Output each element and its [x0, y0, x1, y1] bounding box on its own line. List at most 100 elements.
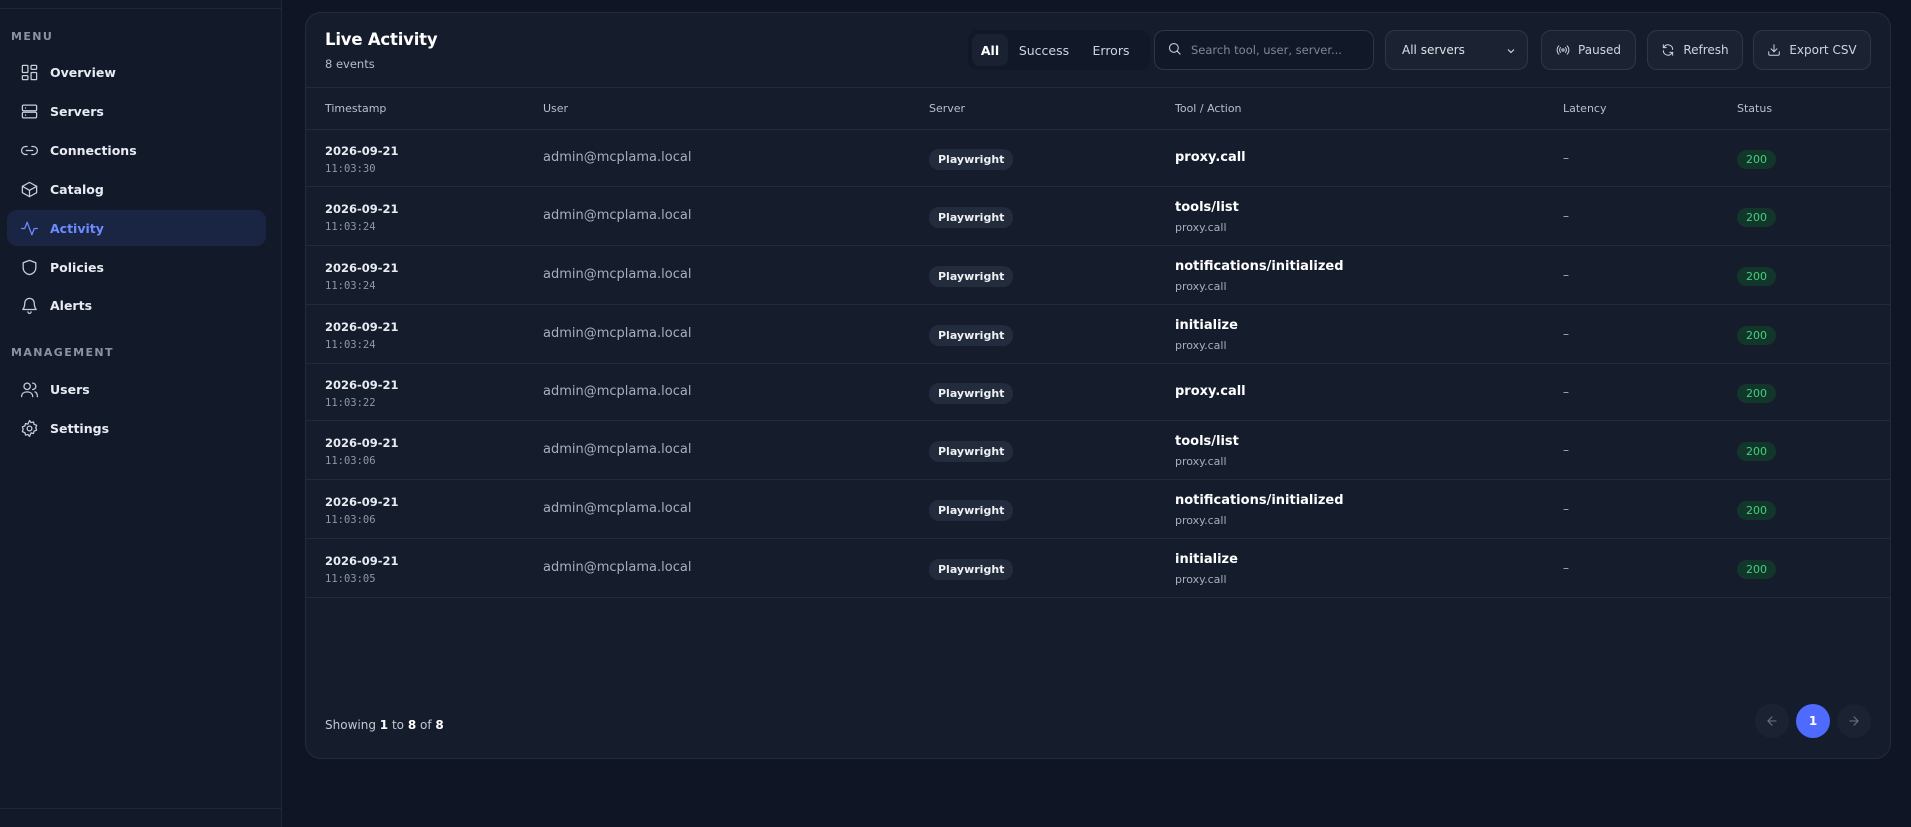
grid-icon: [19, 62, 39, 82]
tool-cell: tools/list proxy.call: [1175, 200, 1239, 234]
column-header-status: Status: [1737, 102, 1773, 115]
tool-name: proxy.call: [1175, 383, 1246, 399]
status-cell: 200: [1737, 499, 1776, 520]
status-cell: 200: [1737, 148, 1776, 169]
tool-name: initialize: [1175, 317, 1238, 333]
latency-cell: –: [1563, 560, 1569, 575]
timestamp-time: 11:03:06: [325, 454, 376, 467]
tool-name: notifications/initialized: [1175, 492, 1344, 508]
table-row[interactable]: 2026-09-21 11:03:24 admin@mcplama.local Pla…: [306, 246, 1890, 305]
gear-icon: [19, 418, 39, 438]
sidebar-item-label: Alerts: [50, 297, 93, 313]
export-csv-button[interactable]: Export CSV: [1753, 30, 1871, 70]
user-cell: admin@mcplama.local: [543, 207, 692, 223]
server-cell: Playwright: [929, 558, 1014, 580]
status-cell: 200: [1737, 558, 1776, 579]
arrow-right-icon: [1849, 716, 1859, 726]
column-header-timestamp: Timestamp: [325, 102, 387, 115]
tool-subtext: proxy.call: [1175, 454, 1227, 468]
refresh-button[interactable]: Refresh: [1647, 30, 1743, 70]
server-badge: Playwright: [929, 148, 1014, 170]
download-icon: [1768, 44, 1781, 56]
timestamp-time: 11:03:24: [325, 220, 376, 233]
shield-icon: [19, 257, 39, 277]
server-badge: Playwright: [929, 265, 1014, 287]
sidebar-item-activity[interactable]: Activity: [7, 210, 266, 246]
users-icon: [19, 379, 39, 399]
server-badge: Playwright: [929, 499, 1014, 521]
table-row[interactable]: 2026-09-21 11:03:06 admin@mcplama.local Pla…: [306, 421, 1890, 480]
sidebar-item-label: Activity: [50, 220, 104, 236]
server-badge: Playwright: [929, 558, 1014, 580]
tool-cell: notifications/initialized proxy.call: [1175, 493, 1344, 527]
timestamp-cell: 2026-09-21 11:03:22: [325, 378, 399, 409]
refresh-label: Refresh: [1683, 43, 1729, 57]
user-cell: admin@mcplama.local: [543, 325, 692, 341]
paused-button[interactable]: Paused: [1541, 30, 1636, 70]
sidebar-divider: [0, 808, 281, 809]
server-icon: [19, 101, 39, 121]
tool-subtext: proxy.call: [1175, 279, 1227, 293]
server-cell: Playwright: [929, 206, 1014, 228]
sidebar-item-policies[interactable]: Policies: [7, 249, 266, 285]
timestamp-cell: 2026-09-21 11:03:06: [325, 436, 399, 467]
search-input[interactable]: [1191, 43, 1371, 57]
activity-icon: [19, 218, 39, 238]
sidebar-item-label: Overview: [50, 64, 116, 80]
sidebar-item-users[interactable]: Users: [7, 371, 266, 407]
timestamp-time: 11:03:05: [325, 572, 376, 585]
next-page-button[interactable]: [1837, 704, 1871, 738]
user-cell: admin@mcplama.local: [543, 559, 692, 575]
status-cell: 200: [1737, 440, 1776, 461]
status-badge: 200: [1737, 559, 1776, 579]
latency-cell: –: [1563, 267, 1569, 282]
table-row[interactable]: 2026-09-21 11:03:05 admin@mcplama.local Pla…: [306, 539, 1890, 598]
sidebar-item-servers[interactable]: Servers: [7, 93, 266, 129]
latency-cell: –: [1563, 442, 1569, 457]
server-select-value: All servers: [1402, 43, 1465, 57]
timestamp-cell: 2026-09-21 11:03:24: [325, 261, 399, 292]
filter-all-button[interactable]: All: [972, 34, 1008, 66]
latency-cell: –: [1563, 384, 1569, 399]
table-row[interactable]: 2026-09-21 11:03:24 admin@mcplama.local Pla…: [306, 187, 1890, 246]
table-row[interactable]: 2026-09-21 11:03:22 admin@mcplama.local Pla…: [306, 364, 1890, 421]
table-row[interactable]: 2026-09-21 11:03:24 admin@mcplama.local Pla…: [306, 305, 1890, 364]
previous-page-button[interactable]: [1755, 704, 1789, 738]
status-badge: 200: [1737, 500, 1776, 520]
pagination-summary: Showing 1 to 8 of 8: [325, 718, 444, 732]
sidebar-item-catalog[interactable]: Catalog: [7, 171, 266, 207]
sidebar-item-label: Catalog: [50, 181, 104, 197]
status-filter: All Success Errors: [968, 30, 1150, 70]
timestamp-cell: 2026-09-21 11:03:30: [325, 144, 399, 175]
timestamp-cell: 2026-09-21 11:03:05: [325, 554, 399, 585]
sidebar-item-alerts[interactable]: Alerts: [7, 287, 266, 323]
refresh-icon: [1663, 44, 1674, 56]
latency-cell: –: [1563, 150, 1569, 165]
search-box: [1154, 30, 1374, 70]
table-footer: Showing 1 to 8 of 8 1: [306, 691, 1890, 758]
page-1-button[interactable]: 1: [1796, 704, 1830, 738]
table-row[interactable]: 2026-09-21 11:03:06 admin@mcplama.local Pla…: [306, 480, 1890, 539]
timestamp-time: 11:03:30: [325, 162, 376, 175]
table-row[interactable]: 2026-09-21 11:03:30 admin@mcplama.local Pla…: [306, 130, 1890, 187]
server-badge: Playwright: [929, 324, 1014, 346]
status-badge: 200: [1737, 149, 1776, 169]
showing-to-word: to: [391, 718, 404, 732]
sidebar-item-overview[interactable]: Overview: [7, 54, 266, 90]
timestamp-date: 2026-09-21: [325, 435, 399, 450]
activity-panel: Live Activity 8 events All Success Error…: [305, 12, 1891, 759]
timestamp-date: 2026-09-21: [325, 260, 399, 275]
user-cell: admin@mcplama.local: [543, 500, 692, 516]
sidebar-item-connections[interactable]: Connections: [7, 132, 266, 168]
status-badge: 200: [1737, 383, 1776, 403]
status-badge: 200: [1737, 266, 1776, 286]
sidebar-item-settings[interactable]: Settings: [7, 410, 266, 446]
user-cell: admin@mcplama.local: [543, 266, 692, 282]
column-header-latency: Latency: [1563, 102, 1607, 115]
filter-errors-button[interactable]: Errors: [1080, 34, 1142, 66]
filter-success-button[interactable]: Success: [1008, 34, 1080, 66]
server-select[interactable]: All servers: [1385, 30, 1528, 70]
tool-subtext: proxy.call: [1175, 513, 1227, 527]
tool-subtext: proxy.call: [1175, 572, 1227, 586]
search-icon: [1167, 41, 1191, 60]
